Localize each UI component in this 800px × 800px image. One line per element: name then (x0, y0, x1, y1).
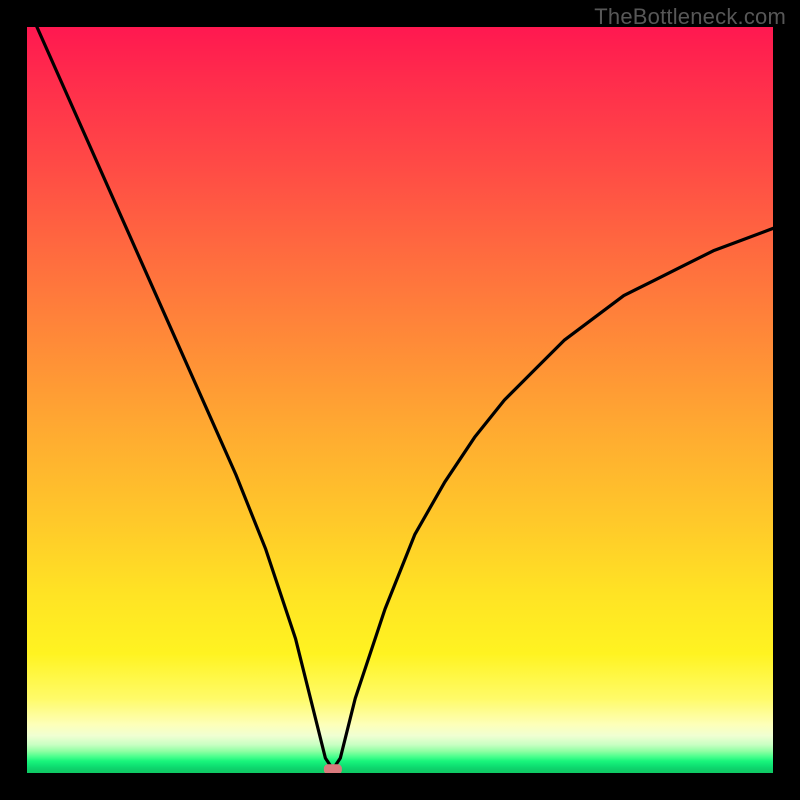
bottleneck-curve (27, 27, 773, 769)
curve-layer (27, 27, 773, 773)
plot-area (27, 27, 773, 773)
minimum-marker (324, 764, 342, 773)
chart-frame: TheBottleneck.com (0, 0, 800, 800)
watermark-text: TheBottleneck.com (594, 4, 786, 30)
